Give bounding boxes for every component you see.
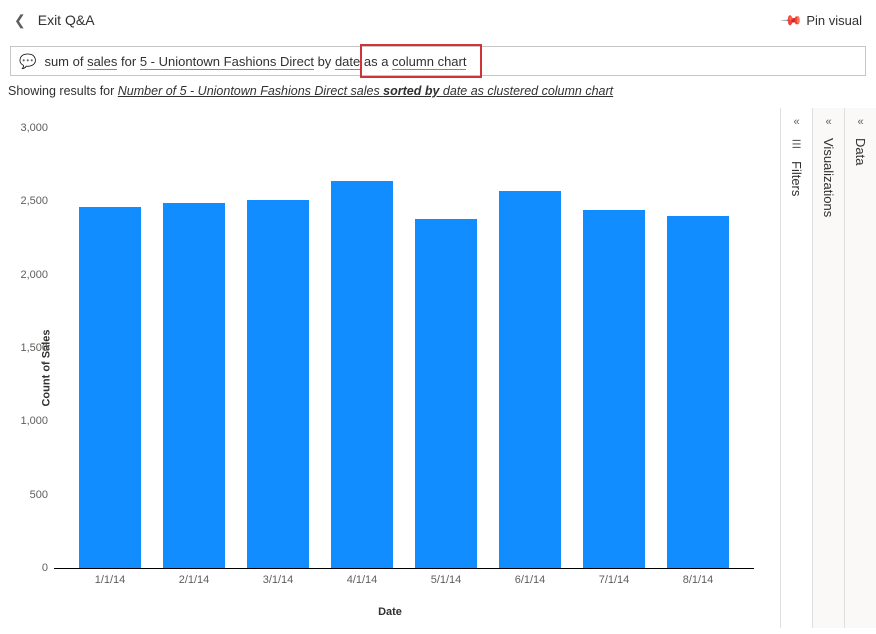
y-tick-label: 500 [8,489,48,501]
panel-visualizations[interactable]: « Visualizations [812,108,844,628]
chart-bar[interactable] [331,181,393,568]
panel-filters[interactable]: « ☰ Filters [780,108,812,628]
chart-bar[interactable] [79,207,141,568]
result-sort: sorted by [383,84,439,98]
x-axis-label: Date [378,606,402,618]
chart-bar[interactable] [163,203,225,568]
pin-visual-button[interactable]: 📌 Pin visual [783,12,862,29]
bar-slot: 8/1/14 [656,128,740,568]
filter-icon: ☰ [792,138,802,151]
y-tick-label: 1,000 [8,415,48,427]
query-seg: as a [360,54,392,69]
query-token-date: date [335,54,360,70]
panel-data-label: Data [853,138,868,165]
header-bar: ❮ Exit Q&A 📌 Pin visual [0,0,876,40]
x-tick-label: 7/1/14 [599,574,630,586]
result-prefix: Showing results for [8,84,118,98]
axis-baseline [54,568,754,569]
result-summary: Showing results for Number of 5 - Uniont… [8,84,866,98]
bar-slot: 1/1/14 [68,128,152,568]
content-row: Count of Sales 05001,0001,5002,0002,5003… [0,108,876,628]
y-tick-label: 0 [8,562,48,574]
result-desc: Number of 5 - Uniontown Fashions Direct … [118,84,383,98]
query-seg: sum of [44,54,87,69]
x-tick-label: 4/1/14 [347,574,378,586]
bar-slot: 2/1/14 [152,128,236,568]
chart-bar[interactable] [415,219,477,568]
x-tick-label: 1/1/14 [95,574,126,586]
query-text: sum of sales for 5 - Uniontown Fashions … [44,54,466,69]
panel-data[interactable]: « Data [844,108,876,628]
y-tick-label: 2,000 [8,269,48,281]
bar-slot: 4/1/14 [320,128,404,568]
qna-query-input[interactable]: 💬 sum of sales for 5 - Uniontown Fashion… [10,46,866,76]
x-tick-label: 5/1/14 [431,574,462,586]
chart-bar[interactable] [583,210,645,568]
panel-filters-label: Filters [789,161,804,196]
back-icon[interactable]: ❮ [10,8,30,33]
query-seg: by [314,54,335,69]
chart-plot[interactable]: 05001,0001,5002,0002,5003,0001/1/142/1/1… [54,128,754,568]
pin-visual-label: Pin visual [806,13,862,28]
chat-bubble-icon: 💬 [19,53,36,70]
chart-bar[interactable] [499,191,561,568]
bar-slot: 5/1/14 [404,128,488,568]
bars-container: 1/1/142/1/143/1/144/1/145/1/146/1/147/1/… [54,128,754,568]
chart-bar[interactable] [247,200,309,568]
y-tick-label: 2,500 [8,195,48,207]
exit-qna-label[interactable]: Exit Q&A [38,12,95,28]
y-tick-label: 3,000 [8,122,48,134]
bar-slot: 7/1/14 [572,128,656,568]
x-tick-label: 3/1/14 [263,574,294,586]
chevron-collapse-icon: « [825,116,831,128]
query-token-entity: 5 - Uniontown Fashions Direct [140,54,314,70]
x-tick-label: 8/1/14 [683,574,714,586]
x-tick-label: 6/1/14 [515,574,546,586]
chart-area: Count of Sales 05001,0001,5002,0002,5003… [0,108,780,628]
query-seg: for [117,54,139,69]
pin-icon: 📌 [779,8,803,32]
side-panels: « ☰ Filters « Visualizations « Data [780,108,876,628]
query-token-chart-type: column chart [392,54,466,70]
result-tail: date as clustered column chart [439,84,613,98]
chevron-collapse-icon: « [857,116,863,128]
chart-bar[interactable] [667,216,729,568]
query-token-sales: sales [87,54,117,70]
y-tick-label: 1,500 [8,342,48,354]
bar-slot: 3/1/14 [236,128,320,568]
chevron-collapse-icon: « [793,116,799,128]
bar-slot: 6/1/14 [488,128,572,568]
panel-visualizations-label: Visualizations [821,138,836,217]
x-tick-label: 2/1/14 [179,574,210,586]
